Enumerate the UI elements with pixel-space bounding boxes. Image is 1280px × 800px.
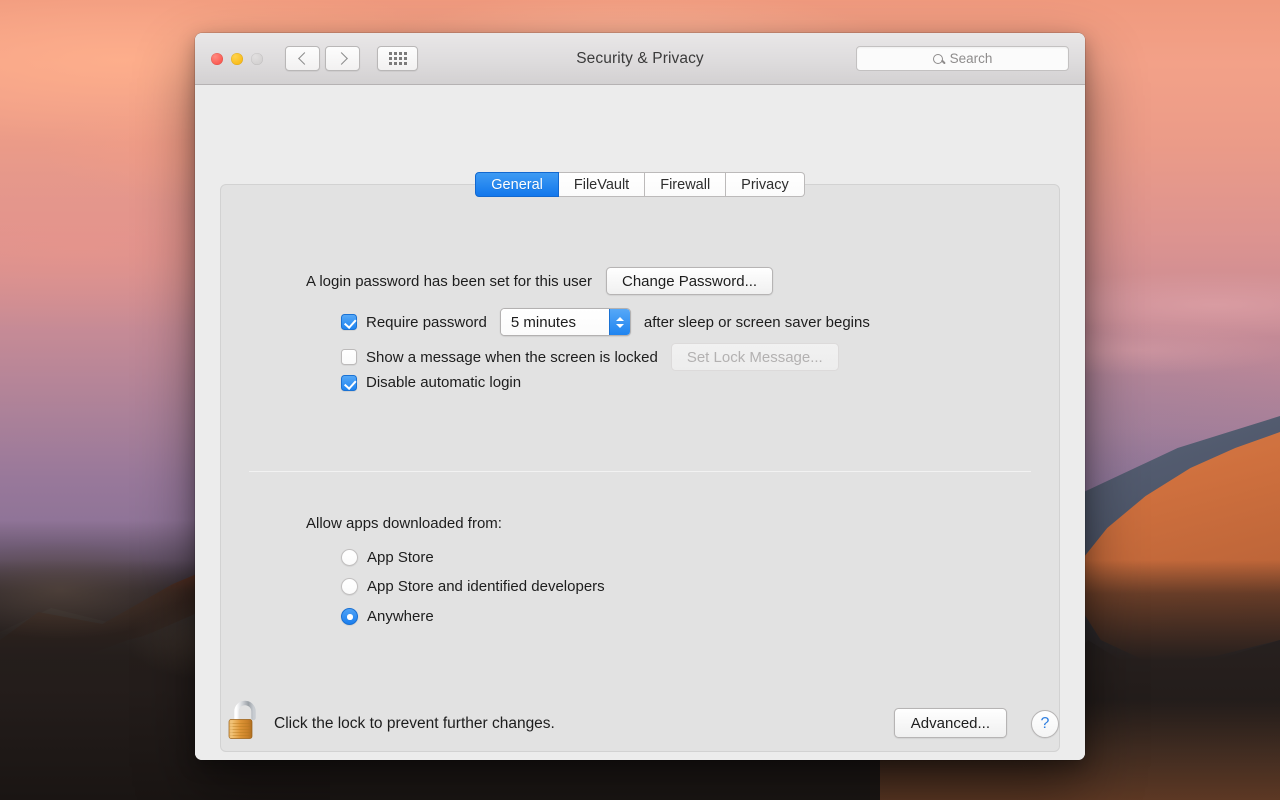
- general-tab-panel: A login password has been set for this u…: [220, 184, 1060, 752]
- tab-general-label: General: [491, 176, 543, 193]
- radio-app-store[interactable]: [341, 549, 358, 566]
- security-privacy-window: Security & Privacy Search General FileVa…: [195, 33, 1085, 760]
- gatekeeper-heading-row: Allow apps downloaded from:: [306, 515, 502, 532]
- require-password-suffix-label: after sleep or screen saver begins: [643, 313, 870, 331]
- zoom-window-button: [251, 52, 263, 65]
- disable-auto-login-label: Disable automatic login: [366, 374, 522, 391]
- login-password-status-label: A login password has been set for this u…: [306, 272, 592, 290]
- search-input[interactable]: Search: [856, 46, 1069, 71]
- search-icon: [932, 53, 943, 64]
- radio-app-store-and-identified-developers[interactable]: [341, 578, 358, 595]
- radio-anywhere[interactable]: [341, 608, 358, 625]
- show-all-preferences-button[interactable]: [377, 46, 418, 71]
- forward-button[interactable]: [325, 46, 360, 71]
- section-divider: [249, 471, 1031, 472]
- tab-firewall[interactable]: Firewall: [645, 172, 727, 197]
- general-settings-pane: A login password has been set for this u…: [221, 185, 1059, 751]
- stepper-arrows-icon[interactable]: [608, 309, 630, 335]
- lock-message-row: Show a message when the screen is locked…: [341, 343, 839, 371]
- tab-firewall-label: Firewall: [660, 176, 711, 193]
- tab-privacy-label: Privacy: [741, 176, 789, 193]
- close-window-button[interactable]: [211, 52, 223, 65]
- change-password-button[interactable]: Change Password...: [606, 267, 774, 295]
- search-placeholder: Search: [949, 51, 993, 66]
- minimize-window-button[interactable]: [231, 52, 243, 65]
- tab-filevault[interactable]: FileVault: [558, 172, 646, 197]
- unlocked-padlock-icon: [228, 700, 256, 739]
- traffic-light-buttons: [211, 52, 263, 65]
- disable-auto-login-row: Disable automatic login: [341, 374, 521, 391]
- tab-group: General FileVault Firewall Privacy: [475, 172, 805, 197]
- require-password-interval-value: 5 minutes: [500, 309, 609, 335]
- gatekeeper-option-anywhere[interactable]: Anywhere: [341, 608, 434, 625]
- grid-icon: [388, 52, 407, 65]
- advanced-button[interactable]: Advanced...: [893, 708, 1007, 738]
- window-titlebar[interactable]: Security & Privacy Search: [195, 33, 1085, 85]
- radio-identified-developers-label: App Store and identified developers: [367, 578, 605, 595]
- chevron-down-icon: [615, 323, 624, 328]
- help-button[interactable]: ?: [1031, 710, 1059, 738]
- back-button[interactable]: [285, 46, 320, 71]
- tab-bar: General FileVault Firewall Privacy: [195, 172, 1085, 197]
- tab-general[interactable]: General: [475, 172, 559, 197]
- navigation-buttons: [285, 46, 360, 71]
- set-lock-message-button[interactable]: Set Lock Message...: [670, 343, 839, 371]
- require-password-interval-select[interactable]: 5 minutes: [499, 308, 631, 336]
- chevron-right-icon: [334, 52, 348, 65]
- require-password-row: Require password 5 minutes after sleep o…: [341, 308, 870, 336]
- lock-caption-label: Click the lock to prevent further change…: [274, 715, 555, 732]
- require-password-label: Require password: [366, 313, 487, 331]
- allow-apps-heading: Allow apps downloaded from:: [306, 515, 502, 532]
- show-lock-message-label: Show a message when the screen is locked: [366, 348, 658, 366]
- tab-filevault-label: FileVault: [573, 176, 630, 193]
- chevron-left-icon: [297, 52, 311, 65]
- lock-toggle-button[interactable]: [222, 698, 264, 744]
- login-password-row: A login password has been set for this u…: [306, 267, 774, 295]
- window-body: General FileVault Firewall Privacy A log…: [195, 85, 1085, 760]
- chevron-up-icon: [615, 316, 624, 321]
- radio-app-store-label: App Store: [367, 549, 434, 566]
- disable-auto-login-checkbox[interactable]: [341, 374, 357, 391]
- gatekeeper-option-app-store[interactable]: App Store: [341, 549, 434, 566]
- gatekeeper-option-identified-developers[interactable]: App Store and identified developers: [341, 578, 605, 595]
- show-lock-message-checkbox[interactable]: [341, 349, 357, 365]
- require-password-checkbox[interactable]: [341, 314, 357, 330]
- radio-anywhere-label: Anywhere: [367, 608, 434, 625]
- tab-privacy[interactable]: Privacy: [726, 172, 805, 197]
- window-footer: Click the lock to prevent further change…: [195, 688, 1085, 760]
